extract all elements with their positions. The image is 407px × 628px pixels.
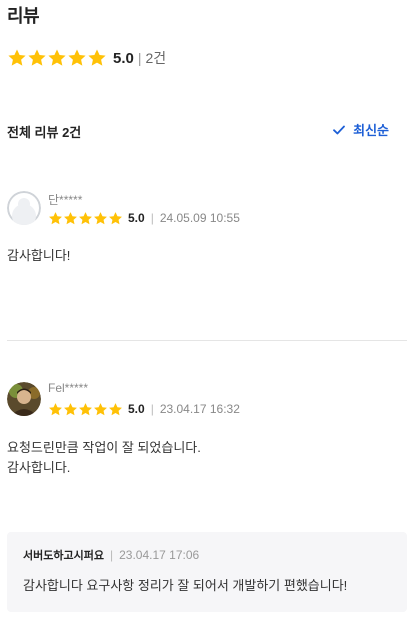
review-text-line: 요청드린만큼 작업이 잘 되었습니다.: [7, 440, 201, 455]
review-date: 23.04.17 16:32: [159, 402, 240, 416]
review-separator: |: [150, 211, 154, 225]
star-icon: [49, 402, 62, 415]
reply-author: 서버도하고시퍼요: [23, 550, 104, 562]
user-photo-icon: [7, 382, 41, 416]
review-date: 24.05.09 10:55: [159, 211, 240, 225]
review-stars: [48, 211, 123, 226]
reply-date: 23.04.17 17:06: [119, 548, 200, 562]
reviewer-name: Fel*****: [48, 381, 89, 395]
review-count: 2건: [145, 50, 167, 66]
review-text-line: 감사합니다.: [7, 460, 71, 475]
default-avatar-icon: [7, 191, 41, 225]
seller-reply: 서버도하고시퍼요 | 23.04.17 17:06 감사합니다 요구사항 정리가…: [7, 532, 407, 612]
avatar: [7, 191, 41, 225]
avatar: [7, 382, 41, 416]
reviewer-name: 단*****: [48, 193, 83, 207]
review-rating: 5.0 | 24.05.09 10:55: [48, 210, 240, 226]
star-icon: [49, 211, 62, 224]
star-icon: [64, 402, 77, 415]
check-icon: [333, 125, 346, 134]
review-rating: 5.0 | 23.04.17 16:32: [48, 401, 240, 417]
review-separator: |: [150, 402, 154, 416]
star-icon: [68, 49, 86, 66]
star-icon: [28, 49, 46, 66]
review-stars: [48, 402, 123, 417]
star-icon: [94, 402, 107, 415]
star-icon: [8, 49, 26, 66]
review-score: 5.0: [128, 402, 145, 416]
summary-stars: [7, 48, 107, 68]
review-text: 감사합니다!: [7, 246, 70, 266]
star-icon: [79, 211, 92, 224]
star-icon: [94, 211, 107, 224]
reply-text: 감사합니다 요구사항 정리가 잘 되어서 개발하기 편했습니다!: [23, 578, 348, 593]
review-list-header: 전체 리뷰 2건: [7, 125, 82, 140]
rating-summary: 5.0 | 2건: [7, 47, 166, 69]
review-divider: [7, 340, 407, 341]
star-icon: [109, 211, 122, 224]
star-icon: [88, 49, 106, 66]
sort-label: 최신순: [353, 123, 389, 138]
review-text-line: 감사합니다!: [7, 248, 71, 263]
sort-latest-button[interactable]: 최신순: [333, 120, 389, 139]
star-icon: [64, 211, 77, 224]
star-icon: [79, 402, 92, 415]
star-icon: [109, 402, 122, 415]
reply-meta: 서버도하고시퍼요 | 23.04.17 17:06: [23, 547, 199, 563]
review-text: 요청드린만큼 작업이 잘 되었습니다. 감사합니다.: [7, 438, 201, 478]
average-rating: 5.0: [113, 49, 134, 67]
summary-separator: |: [137, 50, 142, 66]
page-title: 리뷰: [7, 6, 40, 26]
star-icon: [48, 49, 66, 66]
reply-separator: |: [109, 548, 114, 562]
review-score: 5.0: [128, 211, 145, 225]
